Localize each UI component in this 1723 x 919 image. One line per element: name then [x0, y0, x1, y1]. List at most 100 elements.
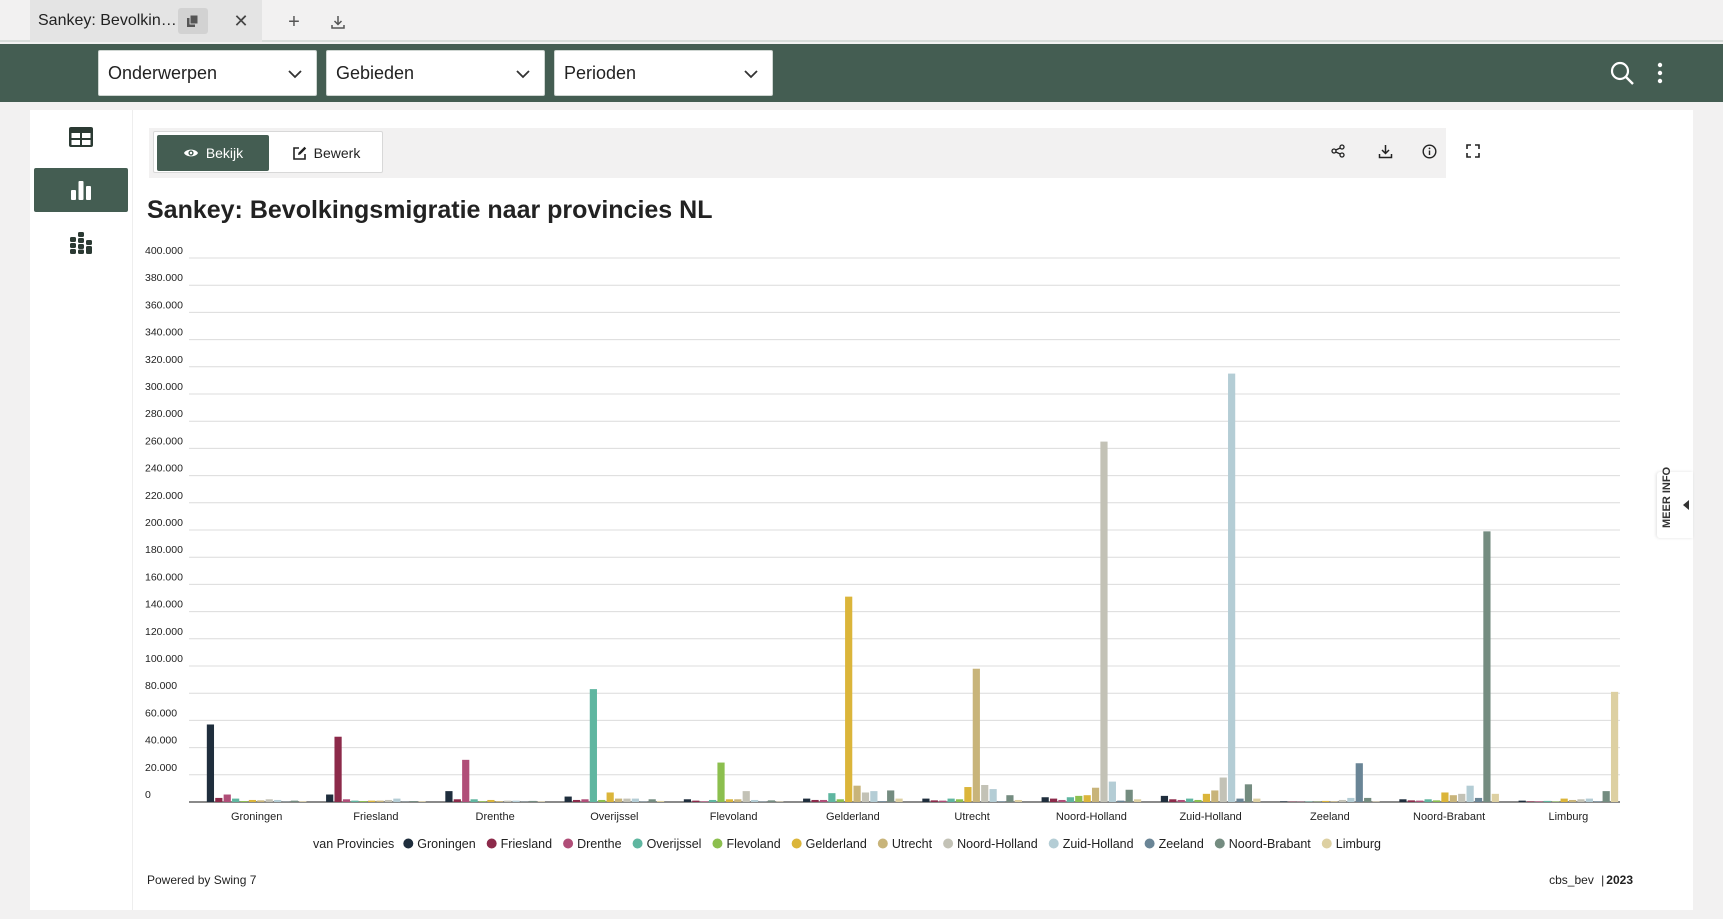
bar-limburg-to-noord-holland — [1133, 799, 1142, 802]
y-tick-label: 220.000 — [145, 490, 183, 502]
table-icon — [69, 127, 93, 147]
dropdown-label: Gebieden — [336, 62, 415, 83]
legend-marker — [632, 838, 643, 849]
bar-limburg-to-gelderland — [895, 798, 903, 802]
bar-drenthe-to-gelderland — [819, 799, 828, 802]
close-tab-icon[interactable]: ✕ — [230, 10, 252, 32]
bar-noord-holland-to-flevoland — [742, 791, 750, 802]
x-tick-label: Friesland — [353, 811, 398, 823]
bar-friesland-to-gelderland — [811, 799, 819, 802]
chart-view-button[interactable] — [34, 168, 128, 212]
bar-flevoland-to-groningen — [240, 801, 248, 802]
bar-groningen-to-flevoland — [683, 799, 692, 802]
bar-groningen-to-groningen — [206, 724, 215, 802]
bar-zuid-holland-to-noord-brabant — [1466, 785, 1474, 802]
bar-noord-holland-to-noord-brabant — [1458, 793, 1466, 802]
bar-noord-brabant-to-limburg — [1602, 791, 1610, 802]
x-tick-label: Zuid-Holland — [1179, 811, 1241, 823]
bar-noord-brabant-to-noord-brabant — [1483, 531, 1491, 802]
bar-friesland-to-friesland — [334, 736, 342, 802]
bar-utrecht-to-friesland — [376, 800, 384, 802]
bar-zeeland-to-zuid-holland — [1236, 798, 1244, 802]
bar-drenthe-to-groningen — [223, 794, 231, 802]
bar-friesland-to-noord-brabant — [1407, 800, 1415, 802]
bar-overijssel-to-overijssel — [589, 689, 597, 802]
bar-noord-brabant-to-utrecht — [1006, 795, 1014, 802]
bar-overijssel-to-utrecht — [947, 798, 955, 802]
meer-info-tab[interactable]: MEER INFO — [1657, 467, 1693, 538]
dropdown-perioden[interactable]: Perioden — [554, 50, 773, 96]
legend-marker — [563, 838, 574, 849]
bar-zuid-holland-to-overijssel — [631, 798, 639, 802]
legend-label: Gelderland — [806, 837, 867, 851]
bar-zuid-holland-to-groningen — [274, 799, 282, 802]
bar-drenthe-to-overijssel — [581, 799, 589, 802]
bar-flevoland-to-flevoland — [717, 762, 725, 802]
bar-groningen-to-overijssel — [564, 796, 572, 802]
table-view-button[interactable] — [34, 115, 128, 159]
y-tick-label: 140.000 — [145, 599, 183, 611]
legend-label: Noord-Holland — [957, 837, 1038, 851]
legend-label: Zeeland — [1159, 837, 1204, 851]
bar-overijssel-to-zuid-holland — [1186, 798, 1194, 802]
x-tick-label: Flevoland — [710, 811, 758, 823]
x-tick-label: Noord-Brabant — [1413, 811, 1485, 823]
bar-utrecht-to-utrecht — [972, 668, 980, 802]
source-year: 2023 — [1606, 873, 1633, 887]
dashboard-view-button[interactable] — [34, 221, 128, 265]
bar-friesland-to-limburg — [1526, 801, 1535, 802]
bar-flevoland-to-gelderland — [836, 799, 844, 802]
caret-left-icon — [1683, 500, 1689, 510]
browser-tab-strip: Sankey: Bevolkingsmigratie naar provinci… — [0, 0, 1723, 42]
y-tick-label: 360.000 — [145, 299, 183, 311]
bar-groningen-to-noord-holland — [1041, 797, 1049, 802]
dropdown-onderwerpen[interactable]: Onderwerpen — [98, 50, 317, 96]
y-tick-label: 160.000 — [145, 571, 183, 583]
bar-utrecht-to-gelderland — [853, 785, 861, 802]
stacked-chart-icon — [70, 232, 92, 254]
search-icon[interactable] — [1609, 60, 1635, 86]
bar-zuid-holland-to-utrecht — [989, 789, 997, 802]
legend-marker — [1321, 838, 1332, 849]
more-options-icon[interactable] — [1653, 60, 1667, 86]
bar-limburg-to-zuid-holland — [1253, 798, 1261, 802]
legend-marker — [1048, 838, 1059, 849]
bar-zuid-holland-to-gelderland — [870, 791, 878, 802]
bar-gelderland-to-flevoland — [725, 799, 734, 802]
bar-noord-brabant-to-gelderland — [887, 790, 895, 802]
bar-overijssel-to-groningen — [232, 798, 240, 802]
duplicate-tab-icon[interactable] — [178, 8, 208, 34]
download-icon[interactable] — [326, 10, 350, 34]
tab-sankey[interactable]: Sankey: Bevolkingsmigratie naar provinci… — [30, 0, 262, 42]
bar-flevoland-to-utrecht — [955, 799, 964, 802]
bar-utrecht-to-limburg — [1568, 799, 1577, 802]
x-tick-label: Overijssel — [590, 811, 638, 823]
bar-noord-holland-to-zeeland — [1338, 799, 1347, 802]
legend-marker — [1214, 838, 1225, 849]
bar-zeeland-to-gelderland — [878, 801, 886, 802]
legend-marker — [791, 838, 802, 849]
bar-noord-holland-to-groningen — [265, 799, 273, 802]
y-tick-label: 300.000 — [145, 381, 183, 393]
bar-limburg-to-drenthe — [537, 801, 545, 802]
bar-overijssel-to-gelderland — [828, 793, 836, 802]
bar-gelderland-to-overijssel — [606, 792, 614, 802]
bar-groningen-to-drenthe — [445, 791, 453, 802]
bar-drenthe-to-noord-holland — [1058, 799, 1066, 802]
y-tick-label: 100.000 — [145, 653, 183, 665]
new-tab-icon[interactable]: + — [282, 10, 306, 34]
bar-groningen-to-gelderland — [803, 798, 811, 802]
x-tick-label: Limburg — [1549, 811, 1589, 823]
x-tick-label: Gelderland — [826, 811, 880, 823]
chevron-down-icon — [744, 70, 758, 79]
dropdown-label: Onderwerpen — [108, 62, 218, 83]
bar-zuid-holland-to-flevoland — [751, 799, 759, 802]
bar-drenthe-to-utrecht — [939, 800, 947, 802]
bar-gelderland-to-limburg — [1560, 798, 1568, 802]
dropdown-gebieden[interactable]: Gebieden — [326, 50, 545, 96]
bar-noord-brabant-to-groningen — [290, 800, 299, 802]
bar-gelderland-to-noord-holland — [1083, 795, 1091, 802]
bar-noord-brabant-to-drenthe — [529, 800, 537, 802]
bar-gelderland-to-groningen — [248, 799, 257, 802]
bar-noord-holland-to-gelderland — [861, 792, 870, 802]
